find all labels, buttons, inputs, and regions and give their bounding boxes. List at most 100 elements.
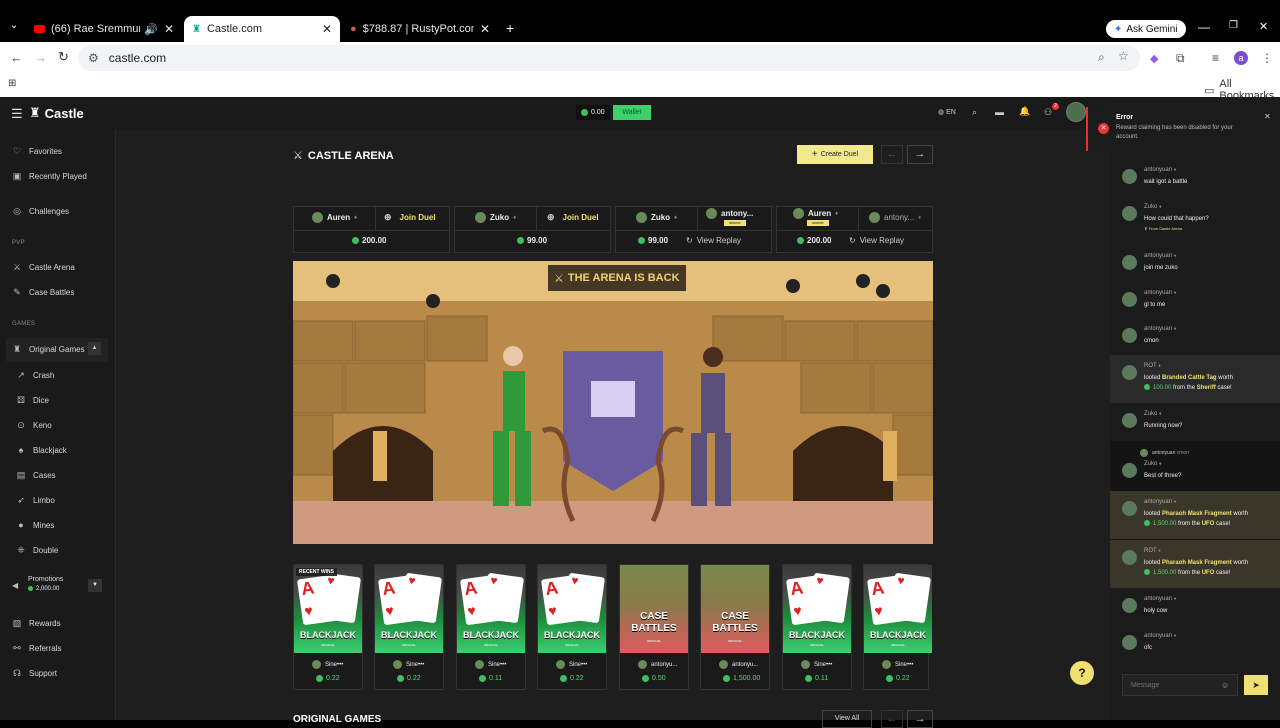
reading-list-icon[interactable]: ≡ (1212, 51, 1219, 65)
extension-icon[interactable]: ◆ (1150, 52, 1158, 65)
zoom-icon[interactable]: ⌕ (1098, 50, 1105, 65)
duel-card[interactable]: Zuko ♦ antony... winner 99.00 ↻ View Repla… (615, 206, 772, 253)
reload-icon[interactable]: ↻ (58, 49, 69, 65)
sidebar-item-recently-played[interactable]: ▣ Recently Played (12, 171, 87, 182)
recent-win-card[interactable]: A ♥ ♥ BLACKJACK ORIGINAL Sine••• 0.22 (863, 564, 932, 690)
message-field[interactable] (1131, 681, 1221, 689)
recent-win-card[interactable]: A ♥ ♥ BLACKJACK ORIGINAL Sine••• 0.11 (456, 564, 526, 690)
sidebar-item-dice[interactable]: ⚄ Dice (16, 395, 49, 406)
avatar[interactable] (1122, 169, 1137, 184)
chat-input[interactable]: ☺ (1122, 674, 1238, 696)
view-all-button[interactable]: View All (822, 710, 872, 728)
bookmark-star-icon[interactable]: ☆ (1118, 49, 1129, 63)
sidebar-item-challenges[interactable]: ◎ Challenges (12, 206, 69, 217)
sidebar-item-double[interactable]: ⁜ Double (16, 545, 58, 556)
avatar[interactable] (1122, 328, 1137, 343)
chat-username[interactable]: ROT ♦ (1144, 548, 1161, 554)
duel-card[interactable]: Auren ♦ ⊕ Join Duel 200.00 (293, 206, 450, 253)
sidebar-item-rewards[interactable]: ▧ Rewards (12, 618, 61, 629)
close-tab-icon[interactable]: ✕ (164, 22, 174, 36)
chat-username[interactable]: antonyuan ♦ (1144, 326, 1176, 332)
ask-gemini-button[interactable]: ✦ Ask Gemini (1106, 20, 1186, 38)
view-replay-button[interactable]: ↻ View Replay (849, 236, 904, 245)
chat-username[interactable]: antonyuan ♦ (1144, 633, 1176, 639)
sidebar-item-favorites[interactable]: ♡ Favorites (12, 146, 62, 157)
tab-rustypot[interactable]: ● $788.87 | RustyPot.com | Coinfl ✕ (342, 16, 498, 42)
recent-win-card[interactable]: CASE BATTLES ORIGINAL antonyu... 1,500.00 (700, 564, 770, 690)
sidebar-item-blackjack[interactable]: ♠ Blackjack (16, 445, 67, 455)
arena-reference[interactable]: ♜ From Castle Arena (1144, 226, 1182, 231)
sidebar-item-referrals[interactable]: ⚯ Referrals (12, 643, 61, 654)
close-tab-icon[interactable]: ✕ (480, 22, 490, 36)
forward-icon[interactable]: → (34, 50, 47, 65)
close-icon[interactable]: ✕ (1264, 112, 1271, 121)
tab-castle[interactable]: ♜ Castle.com ✕ (184, 16, 340, 42)
profile-avatar[interactable]: a (1234, 51, 1248, 65)
sidebar-item-limbo[interactable]: ➶ Limbo (16, 495, 55, 506)
prev-arrow-button[interactable]: ← (881, 145, 903, 164)
join-duel-button[interactable]: ⊕ Join Duel (384, 212, 436, 223)
emoji-icon[interactable]: ☺ (1221, 681, 1229, 690)
chat-username[interactable]: ROT ♦ (1144, 363, 1161, 369)
chat-username[interactable]: antonyuan ♦ (1144, 596, 1176, 602)
brand-logo[interactable]: ♜ Castle (29, 105, 84, 121)
avatar[interactable] (1122, 413, 1137, 428)
speaker-icon[interactable]: 🔊 (144, 23, 158, 36)
sidebar-item-support[interactable]: ☊ Support (12, 668, 57, 679)
tab-search-button[interactable]: ⌄ (6, 20, 22, 36)
next-arrow-button[interactable]: → (907, 710, 933, 728)
avatar[interactable] (1122, 635, 1137, 650)
search-icon[interactable]: ⌕ (972, 107, 977, 118)
chat-username[interactable]: Zuko ♦ (1144, 411, 1162, 417)
wallet-button[interactable]: Wallet (613, 105, 651, 120)
recent-win-card[interactable]: A ♥ ♥ BLACKJACK ORIGINAL Sine••• 0.22 (293, 564, 363, 690)
prev-arrow-button[interactable]: ← (881, 710, 903, 728)
sidebar-item-keno[interactable]: ⊙ Keno (16, 420, 51, 431)
chat-username[interactable]: antonyuan ♦ (1144, 290, 1176, 296)
sidebar-item-cases[interactable]: ▤ Cases (16, 470, 56, 481)
arena-banner[interactable]: ⚔ THE ARENA IS BACK (293, 261, 933, 544)
sidebar-item-original-games[interactable]: ♜ Original Games (12, 344, 85, 355)
avatar[interactable] (1122, 501, 1137, 516)
promotions-block[interactable]: ◀ Promotions 2,000.00 ▼ (6, 573, 108, 599)
extensions-puzzle-icon[interactable]: ⧉ (1176, 51, 1185, 66)
back-icon[interactable]: ← (10, 50, 23, 65)
restore-button[interactable]: ❐ (1229, 20, 1238, 31)
view-replay-button[interactable]: ↻ View Replay (686, 236, 741, 245)
recent-win-card[interactable]: A ♥ ♥ BLACKJACK ORIGINAL Sine••• 0.22 (537, 564, 607, 690)
create-duel-button[interactable]: + Create Duel (797, 145, 873, 164)
chat-username[interactable]: antonyuan ♦ (1144, 167, 1176, 173)
send-button[interactable]: ➤ (1244, 675, 1268, 695)
recent-win-card[interactable]: A ♥ ♥ BLACKJACK ORIGINAL Sine••• 0.22 (374, 564, 444, 690)
join-duel-button[interactable]: ⊕ Join Duel (547, 212, 599, 223)
apps-grid-icon[interactable]: ⊞ (8, 78, 16, 89)
duel-card[interactable]: Auren ♦ winner antony... ♦ 200.00 ↻ View Re… (776, 206, 933, 253)
chat-icon[interactable]: ▬ (995, 107, 1004, 117)
next-arrow-button[interactable]: → (907, 145, 933, 164)
bell-icon[interactable]: 🔔 (1019, 106, 1030, 117)
chat-username[interactable]: antonyuan ♦ (1144, 253, 1176, 259)
new-tab-button[interactable]: + (506, 20, 514, 36)
site-info-icon[interactable]: ⚙ (88, 51, 99, 65)
avatar[interactable] (1122, 255, 1137, 270)
tab-youtube[interactable]: (66) Rae Sremmurd - Black 🔊 ✕ (26, 16, 182, 42)
sidebar-item-mines[interactable]: ● Mines (16, 520, 54, 530)
language-selector[interactable]: ◍ EN (938, 108, 956, 116)
close-window-button[interactable]: ✕ (1259, 20, 1268, 33)
collapse-chevron-icon[interactable]: ▲ (88, 342, 101, 355)
menu-icon[interactable]: ⋮ (1261, 51, 1273, 65)
avatar[interactable] (1122, 550, 1137, 565)
recent-win-card[interactable]: A ♥ ♥ BLACKJACK ORIGINAL Sine••• 0.11 (782, 564, 852, 690)
avatar[interactable] (1122, 206, 1137, 221)
duel-card[interactable]: Zuko ♦ ⊕ Join Duel 99.00 (454, 206, 611, 253)
help-button[interactable]: ? (1070, 661, 1094, 685)
recent-win-card[interactable]: CASE BATTLES ORIGINAL antonyu... 0.50 (619, 564, 689, 690)
address-bar[interactable]: ⚙ castle.com ⌕ ☆ (78, 45, 1140, 71)
minimize-button[interactable]: — (1198, 20, 1210, 34)
chat-username[interactable]: Zuko ♦ (1144, 461, 1162, 467)
avatar[interactable] (1122, 598, 1137, 613)
sidebar-item-castle-arena[interactable]: ⚔ Castle Arena (12, 262, 75, 273)
friends-icon[interactable]: ⚇ (1044, 107, 1052, 118)
hamburger-icon[interactable]: ☰ (11, 106, 23, 122)
user-avatar[interactable] (1066, 102, 1086, 122)
